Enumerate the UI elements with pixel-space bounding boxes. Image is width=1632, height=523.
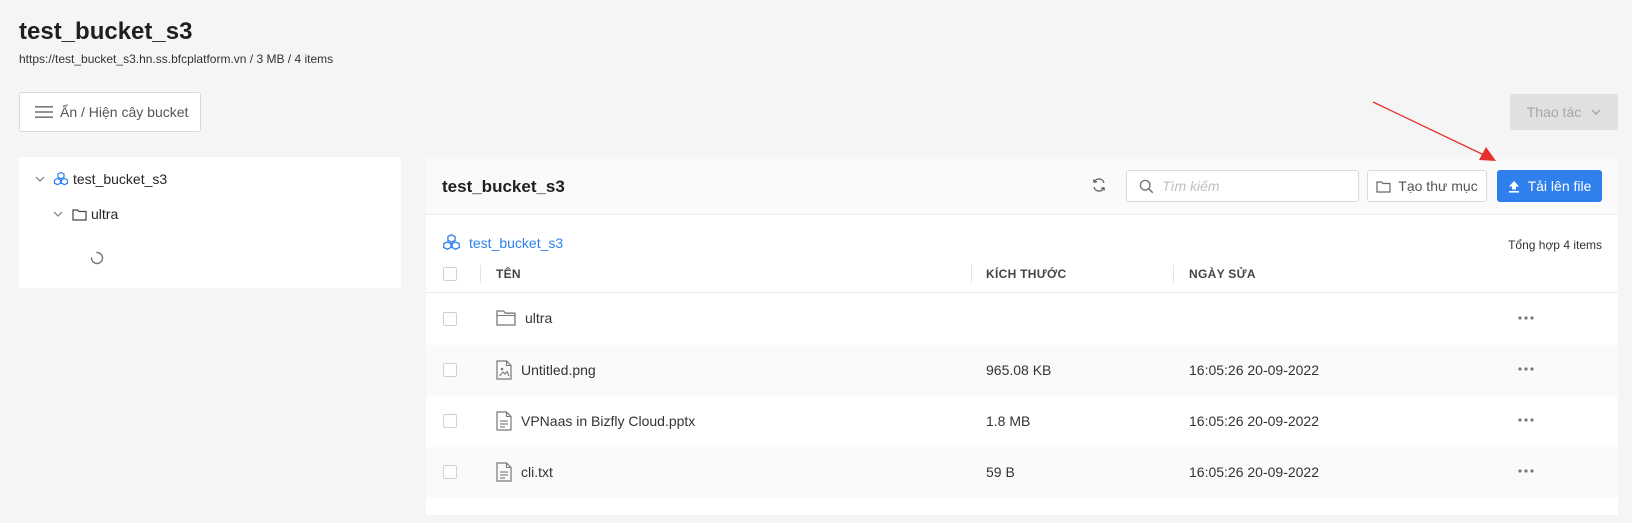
column-divider [480, 265, 481, 283]
upload-file-label: Tải lên file [1527, 178, 1592, 194]
row-size: 59 B [986, 464, 1015, 480]
more-options-icon[interactable] [1518, 367, 1534, 371]
select-all-checkbox[interactable] [443, 267, 457, 281]
chevron-down-icon[interactable] [53, 211, 63, 217]
bucket-icon [53, 171, 69, 186]
bucket-title: test_bucket_s3 [442, 177, 565, 196]
row-name: Untitled.png [521, 362, 596, 378]
document-file-icon [496, 411, 512, 431]
row-name: cli.txt [521, 464, 553, 480]
actions-dropdown-button[interactable]: Thao tác [1510, 94, 1618, 130]
folder-icon [496, 310, 516, 326]
toggle-bucket-tree-button[interactable]: Ẩn / Hiện cây bucket [19, 92, 201, 132]
row-checkbox[interactable] [443, 312, 457, 326]
row-name-cell[interactable]: Untitled.png [496, 360, 596, 380]
search-box[interactable] [1126, 170, 1359, 202]
table-header: TÊN KÍCH THƯỚC NGÀY SỬA [426, 255, 1618, 293]
document-file-icon [496, 462, 512, 482]
create-folder-label: Tạo thư mục [1398, 178, 1478, 194]
folder-icon [72, 208, 87, 221]
table-row[interactable]: Untitled.png 965.08 KB 16:05:26 20-09-20… [426, 345, 1618, 396]
bucket-tree-panel: test_bucket_s3 ultra [19, 157, 401, 288]
toggle-bucket-tree-label: Ẩn / Hiện cây bucket [60, 104, 189, 120]
row-name: VPNaas in Bizfly Cloud.pptx [521, 413, 696, 429]
breadcrumb: test_bucket_s3 [442, 233, 563, 252]
more-options-icon[interactable] [1518, 469, 1534, 473]
breadcrumb-bucket-link[interactable]: test_bucket_s3 [469, 235, 563, 251]
tree-root-label: test_bucket_s3 [73, 171, 168, 187]
column-divider [971, 265, 972, 283]
column-header-size[interactable]: KÍCH THƯỚC [986, 267, 1067, 281]
column-header-name[interactable]: TÊN [496, 267, 521, 281]
upload-icon [1508, 180, 1519, 193]
row-modified: 16:05:26 20-09-2022 [1189, 464, 1319, 480]
tree-node-ultra[interactable]: ultra [53, 203, 118, 225]
create-folder-button[interactable]: Tạo thư mục [1367, 170, 1487, 202]
upload-file-button[interactable]: Tải lên file [1497, 170, 1602, 202]
chevron-down-icon[interactable] [35, 176, 45, 182]
image-file-icon [496, 360, 512, 380]
row-checkbox[interactable] [443, 363, 457, 377]
more-options-icon[interactable] [1518, 316, 1534, 320]
file-browser-header: test_bucket_s3 Tạo thư mục [426, 157, 1618, 215]
search-input[interactable] [1162, 178, 1352, 194]
actions-label: Thao tác [1526, 104, 1582, 120]
row-checkbox[interactable] [443, 465, 457, 479]
page-title: test_bucket_s3 [19, 18, 193, 45]
search-icon [1139, 179, 1154, 193]
row-size: 965.08 KB [986, 362, 1052, 378]
table-row[interactable]: ultra [426, 294, 1618, 345]
file-browser-panel: test_bucket_s3 Tạo thư mục [426, 157, 1618, 515]
bucket-summary: https://test_bucket_s3.hn.ss.bfcplatform… [19, 52, 334, 66]
row-name-cell[interactable]: VPNaas in Bizfly Cloud.pptx [496, 411, 695, 431]
refresh-icon[interactable] [1091, 177, 1107, 193]
menu-icon [35, 106, 53, 118]
tree-child-label: ultra [91, 206, 119, 222]
row-modified: 16:05:26 20-09-2022 [1189, 362, 1319, 378]
row-size: 1.8 MB [986, 413, 1031, 429]
table-row[interactable]: VPNaas in Bizfly Cloud.pptx 1.8 MB 16:05… [426, 396, 1618, 447]
row-checkbox[interactable] [443, 414, 457, 428]
row-modified: 16:05:26 20-09-2022 [1189, 413, 1319, 429]
row-name-cell[interactable]: ultra [496, 309, 552, 326]
loading-spinner-icon [90, 251, 104, 265]
table-row[interactable]: cli.txt 59 B 16:05:26 20-09-2022 [426, 447, 1618, 498]
tree-node-root[interactable]: test_bucket_s3 [35, 168, 167, 190]
bucket-icon [443, 234, 460, 250]
row-name: ultra [525, 309, 553, 326]
more-options-icon[interactable] [1518, 418, 1534, 422]
column-divider [1173, 265, 1174, 283]
total-items-count: Tổng hợp 4 items [1508, 238, 1602, 252]
folder-icon [1376, 180, 1391, 193]
chevron-down-icon [1591, 109, 1601, 115]
row-name-cell[interactable]: cli.txt [496, 462, 553, 482]
column-header-modified[interactable]: NGÀY SỬA [1189, 267, 1256, 281]
